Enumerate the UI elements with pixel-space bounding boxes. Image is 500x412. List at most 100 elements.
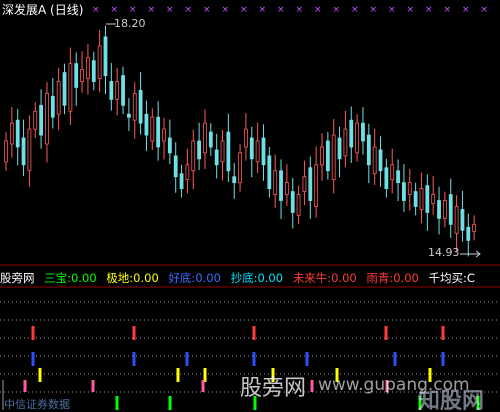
- candle-body: [173, 155, 178, 178]
- signal-bar: [393, 352, 397, 366]
- indicator-label: 极地:: [106, 271, 134, 285]
- chart-svg: × × × × × × × × × × × × × × × × × × × × × ×: [0, 5, 500, 410]
- candle-body: [214, 149, 219, 166]
- signal-bar: [384, 326, 388, 340]
- candle-body: [162, 128, 166, 142]
- indicator-value: 0.00: [133, 271, 159, 285]
- indicator-item-3: 抄底:0.00: [231, 271, 287, 285]
- candle-body: [261, 137, 266, 166]
- candle-body: [226, 131, 231, 172]
- signal-bar: [185, 352, 189, 366]
- candle-body: [33, 110, 38, 130]
- candle-body: [232, 176, 237, 184]
- candle-body: [244, 128, 248, 148]
- chart-title: 深发展A (日线): [2, 3, 84, 17]
- candle-body: [296, 194, 301, 216]
- candle-body: [460, 209, 465, 231]
- top-marker: ×: [259, 5, 267, 15]
- signal-bar: [310, 380, 314, 392]
- indicator-name: 股旁网: [0, 271, 35, 285]
- top-marker: ×: [166, 5, 174, 15]
- candle-body: [437, 200, 441, 219]
- top-marker: ×: [481, 5, 489, 15]
- top-marker: ×: [296, 5, 304, 15]
- indicator-item-6: 千均买:C: [429, 271, 475, 285]
- candle-body: [279, 170, 283, 201]
- candle-body: [361, 122, 365, 142]
- candle-body: [185, 164, 190, 181]
- candle-body: [413, 191, 418, 207]
- signal-bar: [115, 396, 119, 410]
- indicator-item-0: 三宝:0.00: [44, 271, 100, 285]
- top-marker: ×: [203, 5, 211, 15]
- candle-body: [267, 155, 272, 189]
- candle-body: [138, 90, 143, 124]
- candle-body: [448, 194, 453, 225]
- candle-body: [284, 182, 289, 195]
- indicator-label: 好底:: [168, 271, 196, 285]
- candle-body: [62, 72, 67, 106]
- candle-body: [21, 137, 26, 166]
- top-marker: ×: [462, 5, 470, 15]
- candle-body: [407, 182, 412, 195]
- candle-body: [126, 113, 131, 118]
- candle-body: [115, 81, 120, 100]
- indicator-item-5: 雨青:0.00: [366, 271, 422, 285]
- candle-body: [320, 146, 324, 166]
- candle-body: [197, 140, 202, 160]
- candle-body: [220, 140, 225, 163]
- signal-bar: [91, 380, 95, 392]
- top-marker: ×: [388, 5, 396, 15]
- indicator-label: 未来牛:: [292, 271, 332, 285]
- signal-bar: [168, 396, 172, 410]
- candle-body: [396, 170, 400, 184]
- candle-body: [384, 167, 389, 189]
- top-marker: ×: [240, 5, 248, 15]
- top-marker: ×: [222, 5, 230, 15]
- candle-body: [314, 164, 319, 207]
- candle-body: [39, 104, 44, 136]
- candle-body: [50, 95, 55, 118]
- indicator-label: 抄底:: [230, 271, 258, 285]
- candle-body: [290, 191, 295, 213]
- indicator-item-2: 好底:0.00: [168, 271, 224, 285]
- candle-body: [132, 93, 137, 121]
- candle-body: [355, 122, 360, 154]
- stock-chart-window: × × × × × × × × × × × × × × × × × × × × × × 深发展A (日线) 18.20 1…: [0, 0, 500, 412]
- candle-body: [419, 188, 424, 210]
- candle-body: [150, 116, 155, 142]
- top-marker: ×: [277, 5, 285, 15]
- candle-body: [372, 146, 377, 175]
- candle-body: [390, 164, 395, 181]
- top-marker: ×: [111, 5, 119, 15]
- candle-body: [378, 149, 383, 172]
- candle-body: [179, 173, 184, 190]
- low-price-label: 14.93: [428, 246, 460, 259]
- candle-body: [68, 63, 73, 112]
- candle-body: [4, 140, 8, 163]
- candle-body: [425, 185, 430, 213]
- indicator-value: 0.00: [195, 271, 221, 285]
- candle-body: [27, 128, 32, 172]
- candle-body: [74, 63, 79, 88]
- top-marker: ×: [444, 5, 452, 15]
- candle-body: [343, 128, 348, 157]
- signal-bar: [132, 326, 136, 340]
- signal-bar: [31, 326, 35, 340]
- candle-body: [109, 81, 114, 100]
- candle-body: [366, 134, 371, 166]
- signal-bar: [132, 352, 136, 366]
- candle-body: [56, 81, 61, 115]
- top-marker: ×: [425, 5, 433, 15]
- top-marker: ×: [370, 5, 378, 15]
- indicator-bar: 股旁网 三宝:0.00 极地:0.00 好底:0.00 抄底:0.00 未来牛:…: [0, 270, 500, 286]
- signal-bar: [23, 380, 27, 392]
- candle-body: [238, 152, 242, 184]
- indicator-label: 三宝:: [44, 271, 72, 285]
- candle-body: [431, 194, 436, 204]
- candle-body: [337, 137, 342, 160]
- candle-body: [255, 140, 260, 163]
- candle-body: [91, 60, 96, 82]
- candle-body: [472, 223, 477, 232]
- candle-body: [203, 122, 207, 154]
